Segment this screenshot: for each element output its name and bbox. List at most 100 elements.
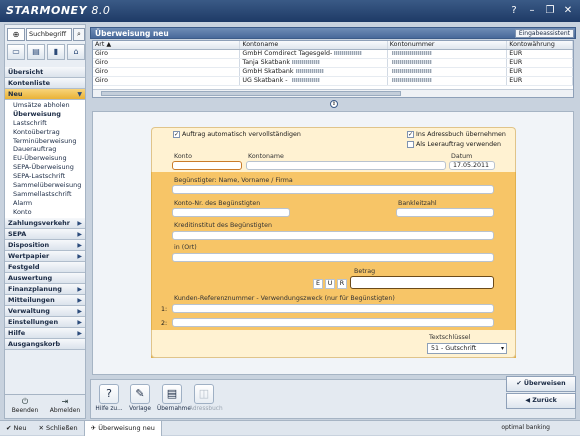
nav-item-zahlungsverkehr[interactable]: Zahlungsverkehr ▶: [5, 217, 85, 229]
horizontal-scrollbar[interactable]: [93, 89, 573, 97]
cell-kontoname: GmbH Skatbank: [240, 68, 388, 76]
checkmark-icon: ✓: [407, 131, 414, 138]
chevron-right-icon: ▶: [77, 230, 82, 238]
search-icon[interactable]: ⊕: [7, 28, 25, 41]
sub-item-umsaetze[interactable]: Umsätze abholen: [5, 101, 85, 110]
sub-item-eu-ueberweisung[interactable]: EU-Überweisung: [5, 154, 85, 163]
nav-item-kontenliste[interactable]: Kontenliste: [5, 78, 85, 89]
col-kontoname[interactable]: Kontoname: [240, 41, 388, 49]
chevron-down-icon: ▾: [500, 345, 504, 352]
table-row[interactable]: Giro GmbH Comdirect Tagesgeld- EUR: [93, 50, 573, 59]
sub-item-ueberweisung[interactable]: Überweisung: [5, 110, 85, 119]
maximize-button[interactable]: ❐: [542, 4, 558, 18]
nav-item-mitteilungen[interactable]: Mitteilungen ▶: [5, 294, 85, 306]
nav-item-uebersicht[interactable]: Übersicht: [5, 67, 85, 78]
help-window-button[interactable]: ?: [506, 4, 522, 18]
textschluessel-select[interactable]: 51 - Gutschrift ▾: [427, 343, 507, 354]
scroll-thumb[interactable]: [101, 91, 401, 96]
ueberweisen-button[interactable]: ✔ Überweisen: [506, 376, 576, 392]
sub-item-sepa-lastschrift[interactable]: SEPA-Lastschrift: [5, 172, 85, 181]
kreditinstitut-input[interactable]: [172, 231, 494, 240]
nav-item-ausgangskorb[interactable]: Ausgangskorb: [5, 338, 85, 350]
title-bar: STARMONEY 8.0 ? – ❐ ✕: [0, 0, 580, 22]
nav-item-hilfe[interactable]: Hilfe ▶: [5, 327, 85, 339]
ort-input[interactable]: [172, 253, 494, 262]
cell-art: Giro: [93, 68, 241, 76]
chevron-right-icon: ▶: [77, 285, 82, 293]
uebernahme-tool-button[interactable]: ▤ Übernahme: [157, 384, 191, 412]
zurueck-button[interactable]: ◀ Zurück: [506, 393, 576, 409]
minimize-button[interactable]: –: [524, 4, 540, 18]
sub-item-lastschrift[interactable]: Lastschrift: [5, 119, 85, 128]
beenden-button[interactable]: ⏻ Beenden: [5, 395, 45, 418]
search-submit-icon[interactable]: ⌕: [73, 28, 85, 41]
abmelden-button[interactable]: ⇥ Abmelden: [45, 395, 85, 418]
accounts-icon[interactable]: ▤: [27, 44, 45, 60]
leerauftrag-checkbox[interactable]: Als Leerauftrag verwenden: [407, 141, 501, 148]
konto-label: Konto: [174, 153, 192, 160]
adressbuch-tool-button[interactable]: ◫ Adressbuch: [189, 384, 223, 412]
col-kontowaehrung[interactable]: Kontowährung: [507, 41, 573, 49]
nav-item-festgeld[interactable]: Festgeld: [5, 261, 85, 273]
sub-item-konto[interactable]: Konto: [5, 208, 85, 217]
card-icon[interactable]: ▭: [7, 44, 25, 60]
nav-item-finanzplanung[interactable]: Finanzplanung ▶: [5, 283, 85, 295]
kreditinstitut-label: Kreditinstitut des Begünstigten: [174, 222, 272, 229]
adressbuch-checkbox[interactable]: ✓ Ins Adressbuch übernehmen: [407, 131, 506, 138]
hilfe-tool-button[interactable]: ? Hilfe zu...: [94, 384, 124, 412]
table-row[interactable]: Giro UG Skatbank - EUR: [93, 77, 573, 86]
nav-item-disposition[interactable]: Disposition ▶: [5, 239, 85, 251]
cell-waehrung: EUR: [507, 50, 573, 58]
vorlage-tool-button[interactable]: ✎ Vorlage: [125, 384, 155, 412]
status-tab-ueberweisung[interactable]: ✈ Überweisung neu: [83, 420, 162, 436]
sub-item-sammellastschrift[interactable]: Sammellastschrift: [5, 190, 85, 199]
sub-item-dauerauftrag[interactable]: Dauerauftrag: [5, 145, 85, 154]
sub-item-terminueberweisung[interactable]: Terminüberweisung: [5, 137, 85, 146]
kontonr-input[interactable]: [172, 208, 290, 217]
nav-item-neu[interactable]: Neu ▼: [5, 89, 85, 100]
beguenstigter-label: Begünstigter: Name, Vorname / Firma: [174, 177, 293, 184]
nav-item-auswertung[interactable]: Auswertung: [5, 272, 85, 284]
table-row[interactable]: Giro Tanja Skatbank EUR: [93, 59, 573, 68]
col-kontonummer[interactable]: Kontonummer: [388, 41, 508, 49]
zweck-line-1-input[interactable]: [172, 304, 494, 313]
nav-item-einstellungen[interactable]: Einstellungen ▶: [5, 316, 85, 328]
search-input[interactable]: Suchbegriff: [26, 28, 72, 41]
sub-item-sammelueberweisung[interactable]: Sammelüberweisung: [5, 181, 85, 190]
sub-item-kontouebertrag[interactable]: Kontoübertrag: [5, 128, 85, 137]
bank-icon[interactable]: ⌂: [67, 44, 85, 60]
nav-item-sepa[interactable]: SEPA ▶: [5, 228, 85, 240]
col-art[interactable]: Art ▲: [93, 41, 241, 49]
zweck-line-2-input[interactable]: [172, 318, 494, 327]
blz-input[interactable]: [396, 208, 494, 217]
eingabeassistent-button[interactable]: Eingabeassistent: [514, 29, 574, 38]
konto-input[interactable]: [172, 161, 242, 170]
status-schliessen-button[interactable]: ✕ Schließen: [33, 421, 84, 436]
power-icon: ⏻: [21, 397, 29, 406]
sub-item-alarm[interactable]: Alarm: [5, 199, 85, 208]
sub-item-sepa-ueberweisung[interactable]: SEPA-Überweisung: [5, 163, 85, 172]
nav-item-wertpapier[interactable]: Wertpapier ▶: [5, 250, 85, 262]
chart-icon[interactable]: ▮: [47, 44, 65, 60]
auto-complete-checkbox[interactable]: ✓ Auftrag automatisch vervollständigen: [173, 131, 301, 138]
cell-kontonummer: [388, 59, 508, 67]
nav-item-verwaltung[interactable]: Verwaltung ▶: [5, 305, 85, 317]
chevron-right-icon: ▶: [77, 329, 82, 337]
checkmark-icon: ✓: [173, 131, 180, 138]
table-row[interactable]: Giro GmbH Skatbank EUR: [93, 68, 573, 77]
datum-input[interactable]: 17.05.2011: [449, 161, 495, 170]
sidebar: ⊕ Suchbegriff ⌕ ▭ ▤ ▮ ⌂ Übersicht Konten…: [4, 24, 86, 419]
kontoname-input[interactable]: [246, 161, 446, 170]
table-header: Art ▲ Kontoname Kontonummer Kontowährung: [93, 41, 573, 50]
help-icon: ?: [99, 384, 119, 404]
status-bar: ✔ Neu ✕ Schließen ✈ Überweisung neu opti…: [0, 420, 580, 436]
status-right-text: optimal banking: [501, 424, 550, 431]
beguenstigter-input[interactable]: [172, 185, 494, 194]
sidebar-toolbar: ▭ ▤ ▮ ⌂: [7, 44, 85, 60]
close-window-button[interactable]: ✕: [560, 4, 576, 18]
chevron-right-icon: ▶: [77, 296, 82, 304]
splitter-handle-icon[interactable]: ⇕: [330, 100, 338, 108]
line-1-label: 1:: [161, 306, 168, 313]
status-neu-button[interactable]: ✔ Neu: [0, 421, 33, 436]
betrag-input[interactable]: [350, 276, 494, 289]
